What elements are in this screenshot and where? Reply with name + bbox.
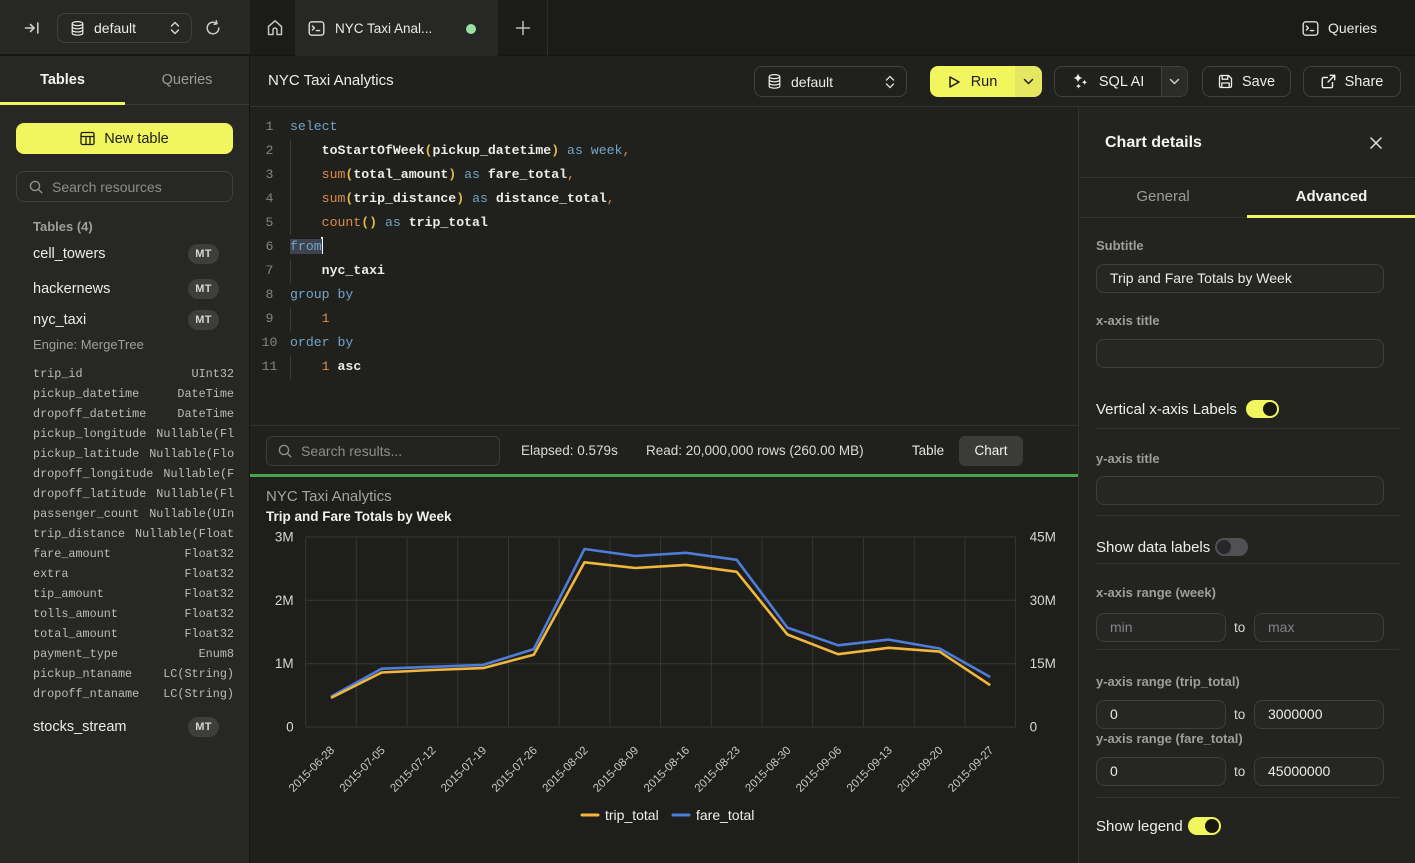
svg-text:2015-07-26: 2015-07-26: [490, 745, 540, 795]
svg-text:0: 0: [286, 720, 294, 735]
svg-text:45M: 45M: [1030, 530, 1056, 545]
svg-text:2015-09-06: 2015-09-06: [794, 745, 844, 795]
svg-text:2M: 2M: [275, 593, 294, 608]
svg-text:2015-08-23: 2015-08-23: [693, 745, 743, 795]
svg-text:3M: 3M: [275, 530, 294, 545]
svg-text:2015-08-02: 2015-08-02: [541, 745, 591, 795]
svg-text:2015-08-09: 2015-08-09: [591, 745, 641, 795]
svg-text:2015-09-27: 2015-09-27: [946, 745, 996, 795]
svg-text:trip_total: trip_total: [605, 807, 659, 823]
svg-text:15M: 15M: [1030, 656, 1056, 671]
svg-text:2015-06-28: 2015-06-28: [287, 745, 337, 795]
svg-text:2015-07-05: 2015-07-05: [338, 745, 388, 795]
svg-text:0: 0: [1030, 720, 1038, 735]
svg-text:30M: 30M: [1030, 593, 1056, 608]
svg-text:2015-08-30: 2015-08-30: [743, 745, 793, 795]
svg-text:2015-07-19: 2015-07-19: [439, 745, 489, 795]
svg-text:2015-08-16: 2015-08-16: [642, 745, 692, 795]
svg-text:2015-09-20: 2015-09-20: [896, 745, 946, 795]
svg-text:1M: 1M: [275, 656, 294, 671]
svg-text:fare_total: fare_total: [696, 807, 754, 823]
svg-text:2015-07-12: 2015-07-12: [388, 745, 438, 795]
svg-text:2015-09-13: 2015-09-13: [845, 745, 895, 795]
